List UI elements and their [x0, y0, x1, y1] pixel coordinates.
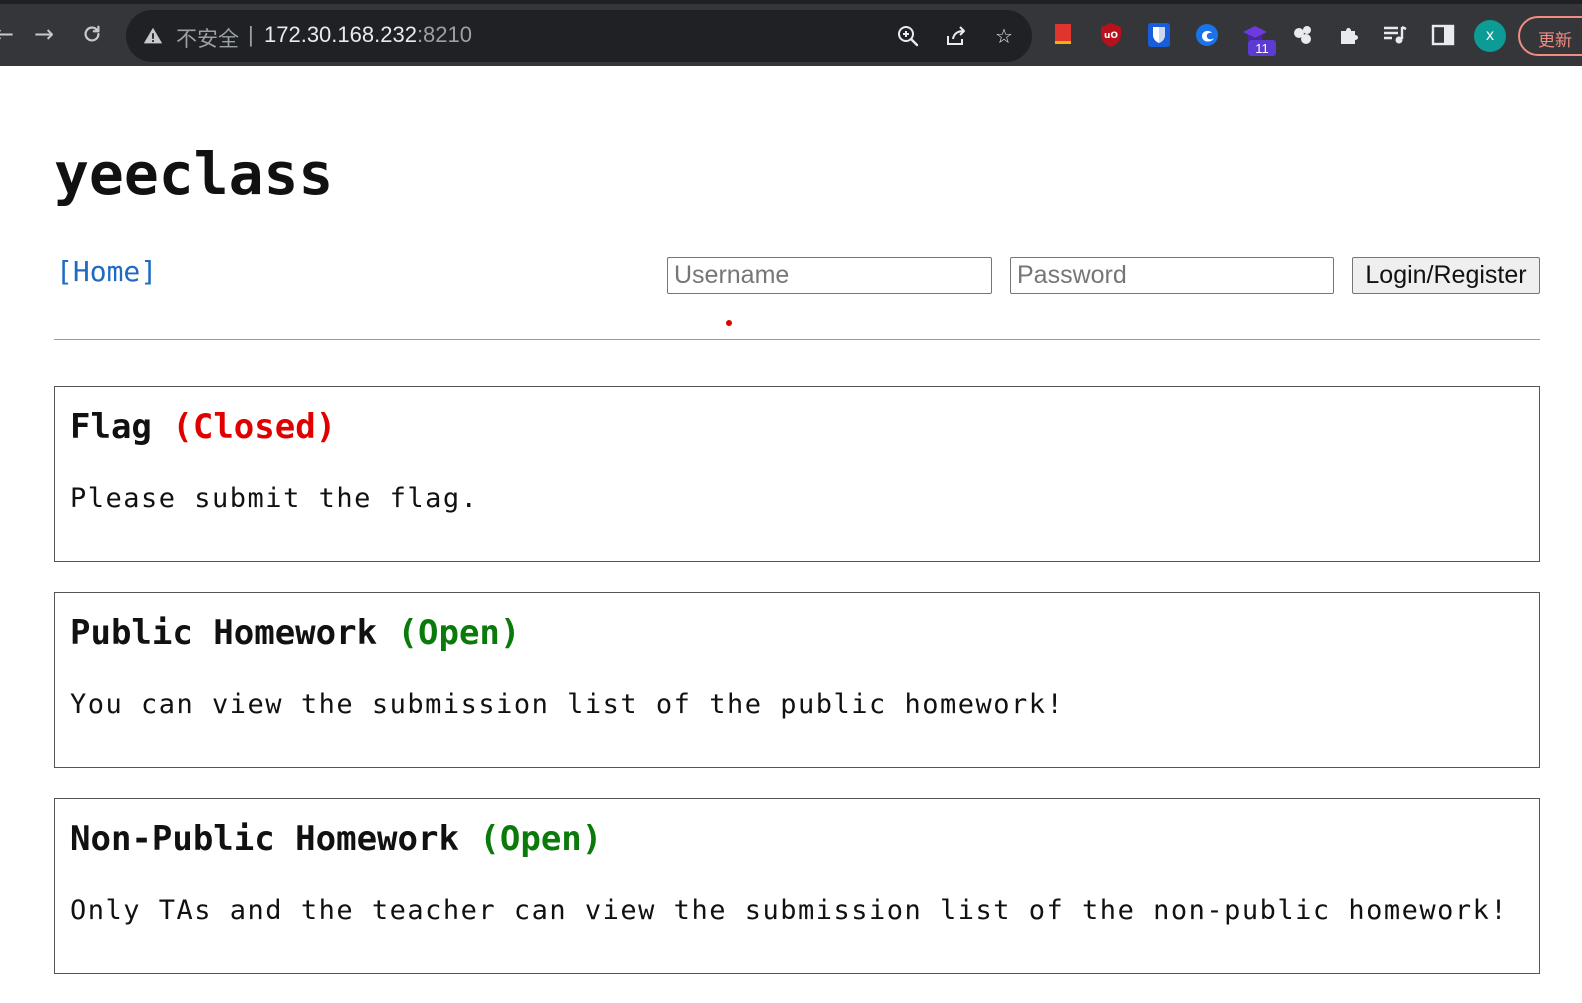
- homework-description: You can view the submission list of the …: [70, 689, 1065, 720]
- edge-ext-icon: [1196, 24, 1218, 46]
- ublock-icon: uO: [1101, 23, 1121, 47]
- header-divider: [54, 339, 1540, 340]
- reload-button[interactable]: [74, 16, 110, 52]
- reload-icon: [84, 25, 100, 42]
- media-queue-icon: [1384, 25, 1407, 44]
- url-host: 172.30.168.232: [264, 22, 417, 47]
- star-icon: ☆: [995, 24, 1013, 48]
- bookmark-ext-icon: [1055, 24, 1071, 44]
- homework-status: (Open): [397, 613, 521, 653]
- homework-name: Non-Public Homework: [70, 819, 459, 859]
- bitwarden-button[interactable]: [1146, 22, 1172, 48]
- homework-title: Flag (Closed): [70, 407, 336, 447]
- homework-name: Public Homework: [70, 613, 378, 653]
- extension-badge: 11: [1248, 40, 1276, 56]
- site-title: yeeclass: [54, 140, 334, 208]
- arrow-right-icon: →: [33, 20, 55, 48]
- homework-title: Public Homework (Open): [70, 613, 520, 653]
- bookmark-button[interactable]: ☆: [990, 22, 1018, 50]
- share-button[interactable]: [942, 22, 970, 50]
- zoom-icon: [898, 26, 919, 47]
- blobs-ext-button[interactable]: [1290, 22, 1316, 48]
- homework-card-non-public[interactable]: Non-Public Homework (Open) Only TAs and …: [54, 798, 1540, 974]
- side-panel-button[interactable]: [1430, 22, 1456, 48]
- forward-button[interactable]: →: [26, 16, 62, 52]
- home-link[interactable]: [Home]: [56, 255, 157, 288]
- homework-status: (Closed): [172, 407, 337, 447]
- security-label[interactable]: 不安全: [176, 23, 239, 53]
- warning-icon[interactable]: [142, 25, 164, 47]
- homework-title: Non-Public Homework (Open): [70, 819, 602, 859]
- back-button[interactable]: ←: [0, 16, 22, 52]
- homework-card-flag[interactable]: Flag (Closed) Please submit the flag.: [54, 386, 1540, 562]
- share-icon: [947, 26, 965, 45]
- puzzle-extensions-icon: [1341, 28, 1358, 44]
- homework-name: Flag: [70, 407, 152, 447]
- homework-card-public[interactable]: Public Homework (Open) You can view the …: [54, 592, 1540, 768]
- zoom-button[interactable]: [894, 22, 922, 50]
- arrow-left-icon: ←: [0, 20, 15, 48]
- bitwarden-icon: [1148, 23, 1170, 47]
- blobs-ext-icon: [1294, 26, 1311, 44]
- svg-text:uO: uO: [1104, 31, 1118, 41]
- homework-description: Please submit the flag.: [70, 483, 479, 514]
- homework-description: Only TAs and the teacher can view the su…: [70, 895, 1509, 926]
- extensions-menu-button[interactable]: [1336, 22, 1362, 48]
- homework-status: (Open): [479, 819, 603, 859]
- ublock-button[interactable]: uO: [1098, 22, 1124, 48]
- edge-ext-button[interactable]: [1194, 22, 1220, 48]
- url-port: :8210: [416, 22, 472, 47]
- username-input[interactable]: [667, 257, 992, 294]
- browser-toolbar: ← → 不安全 | 172.30.168.232:8210 ☆ uO 11 x …: [0, 0, 1582, 66]
- media-queue-button[interactable]: [1382, 22, 1408, 48]
- bookmark-ext-button[interactable]: [1050, 22, 1076, 48]
- status-dot: [726, 320, 732, 326]
- login-register-button[interactable]: Login/Register: [1352, 257, 1540, 294]
- sidepanel-icon: [1431, 24, 1455, 46]
- url-separator: |: [248, 22, 254, 47]
- url-text[interactable]: 172.30.168.232:8210: [264, 22, 472, 48]
- update-button[interactable]: 更新: [1518, 16, 1582, 56]
- profile-avatar[interactable]: x: [1474, 20, 1506, 52]
- address-bar[interactable]: 不安全 | 172.30.168.232:8210 ☆: [126, 10, 1032, 62]
- password-input[interactable]: [1010, 257, 1334, 294]
